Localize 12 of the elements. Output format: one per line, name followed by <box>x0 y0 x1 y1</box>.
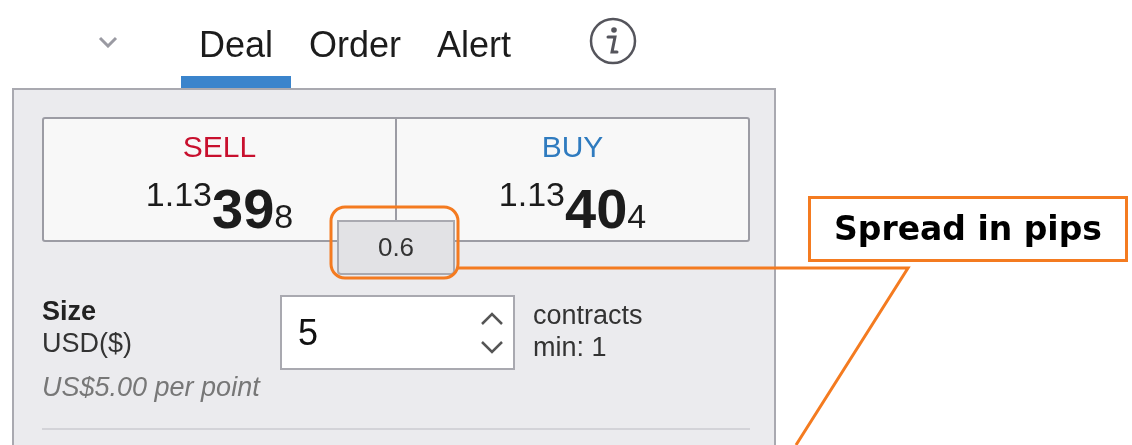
per-point-text: US$5.00 per point <box>42 371 262 404</box>
currency-label: USD($) <box>42 327 133 359</box>
tab[interactable]: Order <box>291 0 420 88</box>
tab[interactable]: Alert <box>419 0 530 88</box>
info-icon[interactable] <box>589 17 638 65</box>
unit-label: contracts <box>533 299 643 331</box>
spread-value: 0.6 <box>337 220 455 275</box>
callout-label: Spread in pips <box>808 196 1128 262</box>
minimum-label: min: 1 <box>533 331 608 363</box>
chevron-down-icon[interactable] <box>98 36 118 48</box>
size-label: Size <box>42 295 98 327</box>
size-input[interactable]: 5 <box>280 295 515 370</box>
